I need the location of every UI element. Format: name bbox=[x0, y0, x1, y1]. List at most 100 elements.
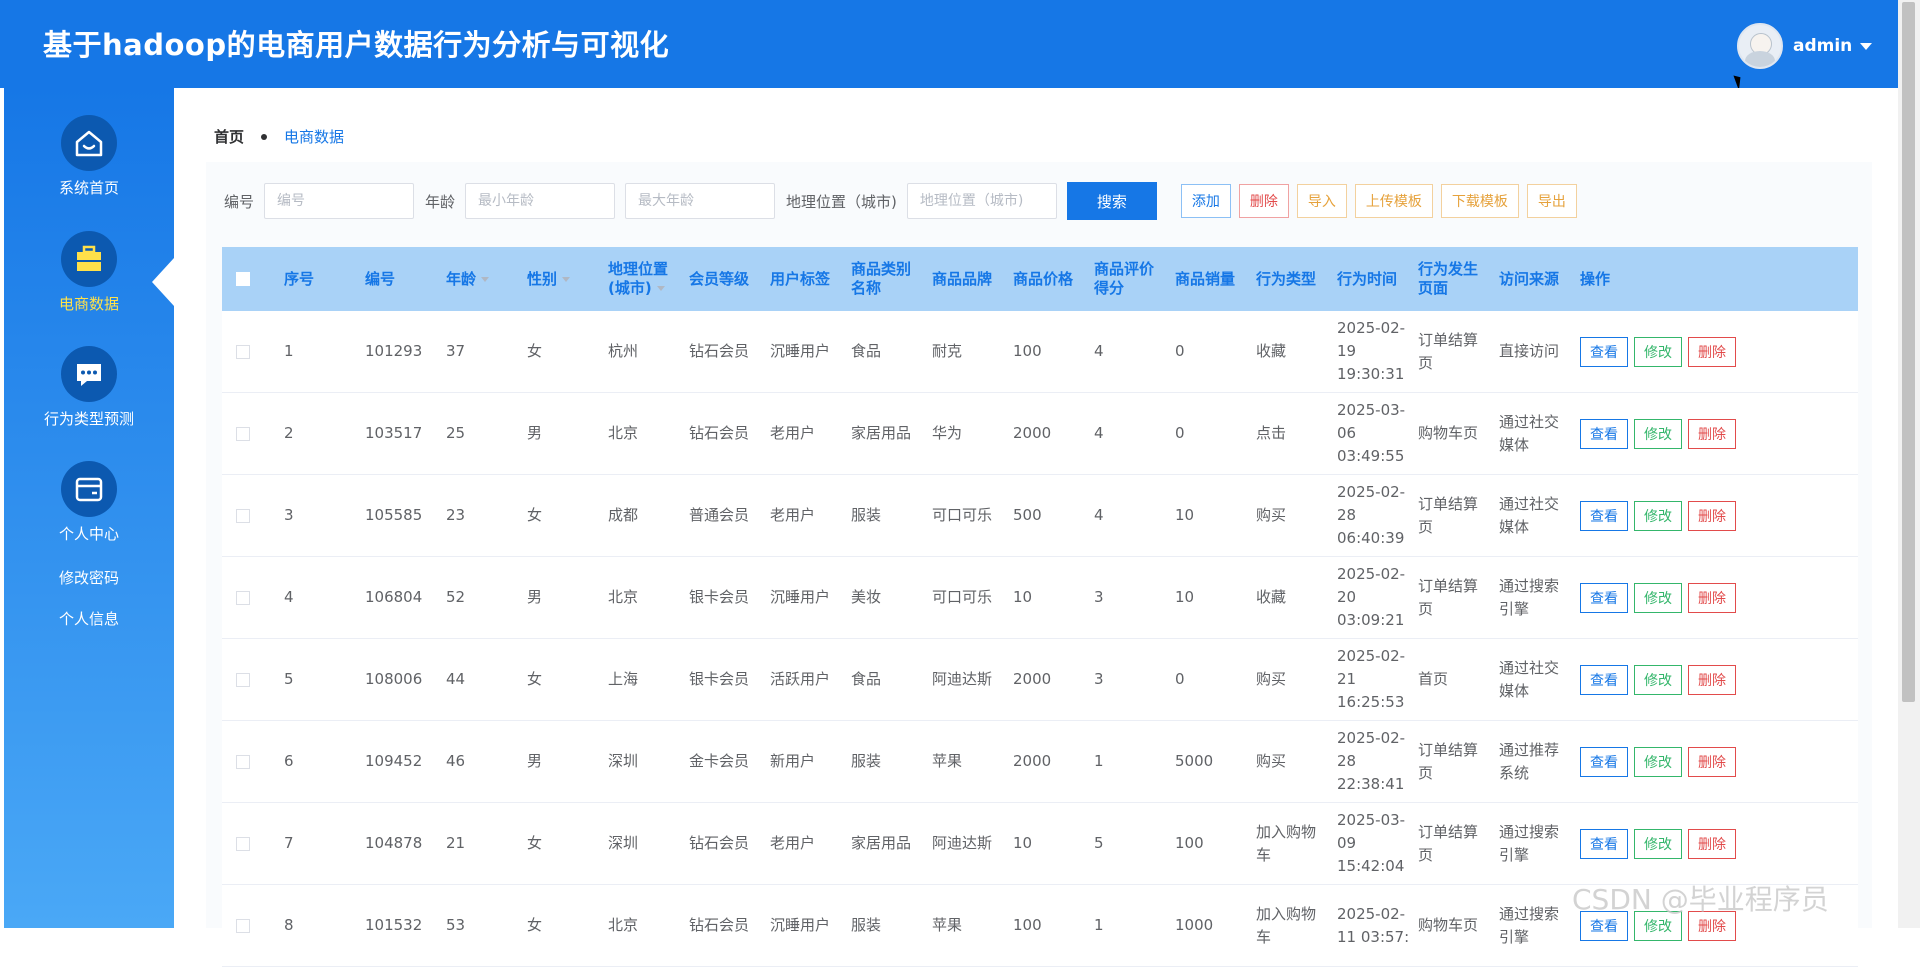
table-cell: 活跃用户 bbox=[770, 670, 831, 688]
column-header-label: 商品销量 bbox=[1175, 269, 1236, 288]
column-header[interactable]: 行为时间 bbox=[1329, 270, 1410, 289]
row-checkbox-cell[interactable] bbox=[222, 836, 276, 851]
upload-template-button[interactable]: 上传模板 bbox=[1354, 184, 1433, 218]
column-header[interactable]: 商品品牌 bbox=[924, 270, 1005, 289]
row-delete-button[interactable]: 删除 bbox=[1688, 418, 1736, 449]
view-button[interactable]: 查看 bbox=[1580, 500, 1628, 531]
select-all-checkbox[interactable] bbox=[236, 272, 250, 286]
view-button[interactable]: 查看 bbox=[1580, 582, 1628, 613]
sidebar-item-ecommerce-data[interactable]: 电商数据 bbox=[4, 231, 174, 314]
scrollbar[interactable] bbox=[1898, 0, 1920, 928]
column-header[interactable]: 序号 bbox=[276, 270, 357, 289]
breadcrumb: 首页 电商数据 bbox=[214, 126, 344, 147]
column-header[interactable]: 性别 bbox=[519, 270, 600, 289]
delete-button[interactable]: 删除 bbox=[1238, 184, 1289, 218]
row-checkbox-cell[interactable] bbox=[222, 754, 276, 769]
row-delete-button[interactable]: 删除 bbox=[1688, 664, 1736, 695]
sidebar-subitem-personal-info[interactable]: 个人信息 bbox=[4, 608, 174, 629]
chat-icon[interactable] bbox=[61, 346, 117, 402]
view-button[interactable]: 查看 bbox=[1580, 336, 1628, 367]
column-header-label: 年龄 bbox=[446, 269, 477, 288]
scrollbar-thumb[interactable] bbox=[1902, 2, 1915, 702]
column-header[interactable]: 用户标签 bbox=[762, 270, 843, 289]
table-cell: 100 bbox=[1175, 834, 1204, 852]
export-button[interactable]: 导出 bbox=[1526, 184, 1577, 218]
edit-button[interactable]: 修改 bbox=[1634, 336, 1682, 367]
sidebar-item-home[interactable]: 系统首页 bbox=[4, 115, 174, 198]
view-button[interactable]: 查看 bbox=[1580, 418, 1628, 449]
location-input[interactable] bbox=[906, 183, 1057, 219]
row-delete-button[interactable]: 删除 bbox=[1688, 828, 1736, 859]
table-cell: 108006 bbox=[365, 670, 423, 688]
table-cell: 钻石会员 bbox=[689, 424, 750, 442]
add-button[interactable]: 添加 bbox=[1180, 184, 1231, 218]
edit-button[interactable]: 修改 bbox=[1634, 500, 1682, 531]
table-cell: 5 bbox=[1094, 834, 1104, 852]
wallet-icon[interactable] bbox=[61, 461, 117, 517]
sidebar-subitem-change-password[interactable]: 修改密码 bbox=[4, 567, 174, 588]
sidebar-item-behavior-prediction[interactable]: 行为类型预测 bbox=[4, 346, 174, 429]
min-age-input[interactable] bbox=[465, 183, 616, 219]
column-header[interactable]: 操作 bbox=[1572, 270, 1758, 289]
row-checkbox[interactable] bbox=[236, 508, 250, 523]
row-checkbox[interactable] bbox=[236, 754, 250, 769]
table-cell: 普通会员 bbox=[689, 506, 750, 524]
column-header[interactable]: 商品评价得分 bbox=[1086, 260, 1167, 298]
row-checkbox[interactable] bbox=[236, 836, 250, 851]
column-header[interactable]: 年龄 bbox=[438, 270, 519, 289]
row-delete-button[interactable]: 删除 bbox=[1688, 336, 1736, 367]
table-cell: 10 bbox=[1175, 588, 1195, 606]
row-delete-button[interactable]: 删除 bbox=[1688, 500, 1736, 531]
row-checkbox-cell[interactable] bbox=[222, 590, 276, 605]
edit-button[interactable]: 修改 bbox=[1634, 582, 1682, 613]
edit-button[interactable]: 修改 bbox=[1634, 664, 1682, 695]
column-header[interactable]: 行为类型 bbox=[1248, 270, 1329, 289]
username[interactable]: admin bbox=[1793, 36, 1852, 56]
table-cell: 10 bbox=[1013, 834, 1033, 852]
edit-button[interactable]: 修改 bbox=[1634, 418, 1682, 449]
column-header[interactable]: 会员等级 bbox=[681, 270, 762, 289]
sort-icon[interactable] bbox=[562, 276, 571, 282]
row-delete-button[interactable]: 删除 bbox=[1688, 582, 1736, 613]
view-button[interactable]: 查看 bbox=[1580, 664, 1628, 695]
row-checkbox-cell[interactable] bbox=[222, 508, 276, 523]
search-button[interactable]: 搜索 bbox=[1066, 182, 1157, 220]
sidebar-item-personal-center[interactable]: 个人中心 bbox=[4, 461, 174, 544]
briefcase-icon[interactable] bbox=[61, 231, 117, 287]
breadcrumb-home[interactable]: 首页 bbox=[214, 126, 244, 147]
sort-icon[interactable] bbox=[481, 276, 490, 282]
row-checkbox[interactable] bbox=[236, 344, 250, 359]
row-checkbox[interactable] bbox=[236, 426, 250, 441]
import-button[interactable]: 导入 bbox=[1296, 184, 1347, 218]
select-all-checkbox-cell[interactable] bbox=[222, 272, 276, 286]
user-menu[interactable]: admin bbox=[1737, 23, 1873, 69]
column-header[interactable]: 访问来源 bbox=[1491, 270, 1572, 289]
view-button[interactable]: 查看 bbox=[1580, 746, 1628, 777]
view-button[interactable]: 查看 bbox=[1580, 828, 1628, 859]
row-checkbox-cell[interactable] bbox=[222, 672, 276, 687]
row-delete-button[interactable]: 删除 bbox=[1688, 746, 1736, 777]
column-header[interactable]: 地理位置(城市) bbox=[600, 260, 681, 298]
row-checkbox-cell[interactable] bbox=[222, 918, 276, 933]
sort-icon[interactable] bbox=[656, 286, 665, 291]
home-icon[interactable] bbox=[61, 115, 117, 171]
download-template-button[interactable]: 下载模板 bbox=[1440, 184, 1519, 218]
avatar[interactable] bbox=[1737, 23, 1783, 69]
edit-button[interactable]: 修改 bbox=[1634, 746, 1682, 777]
column-header[interactable]: 商品销量 bbox=[1167, 270, 1248, 289]
edit-button[interactable]: 修改 bbox=[1634, 828, 1682, 859]
column-header[interactable]: 行为发生页面 bbox=[1410, 260, 1491, 298]
table-cell: 服装 bbox=[851, 752, 882, 770]
row-checkbox[interactable] bbox=[236, 672, 250, 687]
max-age-input[interactable] bbox=[625, 183, 776, 219]
chevron-down-icon[interactable] bbox=[1860, 42, 1873, 50]
row-checkbox-cell[interactable] bbox=[222, 426, 276, 441]
row-checkbox-cell[interactable] bbox=[222, 344, 276, 359]
row-checkbox[interactable] bbox=[236, 590, 250, 605]
id-input[interactable] bbox=[264, 183, 415, 219]
column-header[interactable]: 商品类别名称 bbox=[843, 260, 924, 298]
row-checkbox[interactable] bbox=[236, 918, 250, 933]
column-header[interactable]: 商品价格 bbox=[1005, 270, 1086, 289]
column-header[interactable]: 编号 bbox=[357, 270, 438, 289]
table-cell: 北京 bbox=[608, 588, 639, 606]
